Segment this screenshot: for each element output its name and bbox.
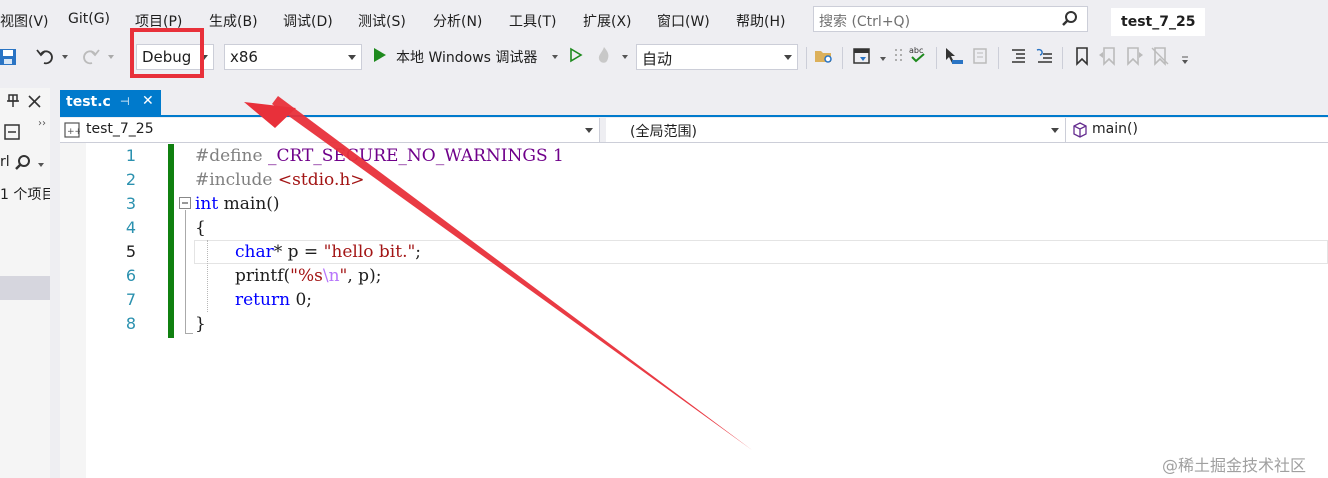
watermark-text: @稀土掘金技术社区 [1162,456,1307,475]
annotation-arrow [244,96,752,450]
